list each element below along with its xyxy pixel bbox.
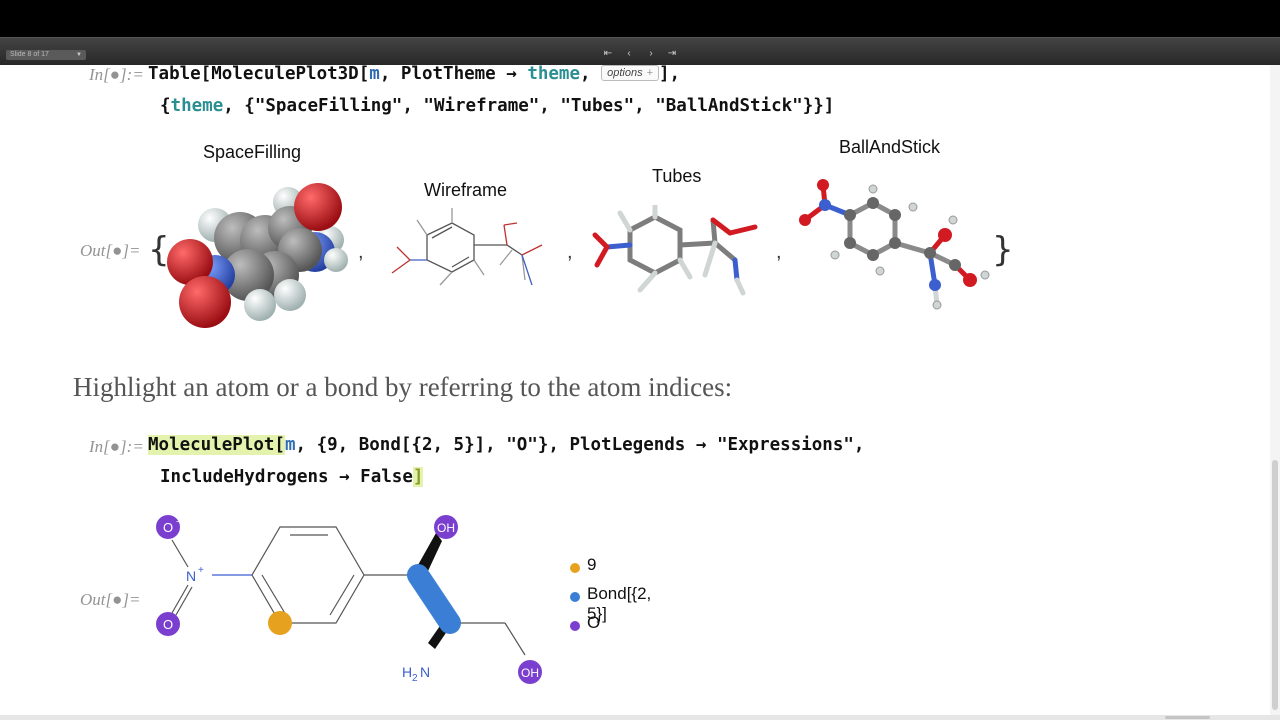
includehydrogens-option: IncludeHydrogens → False xyxy=(160,467,413,487)
slide-selector[interactable]: Slide 8 of 17 ▼ xyxy=(6,50,86,60)
nitrogen-plus-charge: + xyxy=(198,565,204,576)
highlighted-atom-9 xyxy=(268,611,292,635)
theme-iterator: theme xyxy=(170,96,224,116)
vertical-scroll-thumb[interactable] xyxy=(1272,460,1278,710)
theme-variable: theme xyxy=(527,65,581,84)
oxygen-lower-text: O xyxy=(163,617,173,632)
amine-n-text: N xyxy=(420,664,430,680)
moleculeplot-call: MoleculePlot[ xyxy=(148,435,285,455)
spacefilling-molecule[interactable] xyxy=(160,180,360,330)
legend-label: O xyxy=(587,613,601,632)
next-slide-button[interactable]: › xyxy=(644,48,658,59)
first-slide-button[interactable]: ⇤ xyxy=(601,48,615,59)
theme-list: , {"SpaceFilling", "Wireframe", "Tubes",… xyxy=(223,96,835,116)
highlighted-bond xyxy=(407,564,461,634)
horizontal-scroll-thumb[interactable] xyxy=(1165,716,1210,719)
output-brace-close: } xyxy=(992,230,1014,270)
nitrogen-plus-text: N xyxy=(186,568,196,584)
output-label-2: Out[●]= xyxy=(80,590,141,609)
ballandstick-molecule[interactable] xyxy=(795,175,995,325)
separator: , xyxy=(580,65,602,84)
hydroxyl-bottom-text: OH xyxy=(521,666,539,680)
label-tubes: Tubes xyxy=(652,166,702,186)
output-comma-3: , xyxy=(776,241,782,263)
slide-indicator: Slide 8 of 17 xyxy=(10,51,49,58)
slideshow-toolbar: Slide 8 of 17 ▼ ⇤ ‹ › ⇥ xyxy=(0,37,1280,66)
open-brace: { xyxy=(160,96,171,116)
plus-icon: + xyxy=(646,67,654,79)
label-spacefilling: SpaceFilling xyxy=(203,142,302,162)
notebook-canvas: In[●]:= Table[MoleculePlot3D[m, PlotThem… xyxy=(0,65,1270,715)
tubes-molecule[interactable] xyxy=(585,205,775,305)
input-cell-2-line-2[interactable]: IncludeHydrogens → False] xyxy=(160,467,424,487)
last-icon: ⇥ xyxy=(667,48,677,59)
input-cell-1-line-2[interactable]: {theme, {"SpaceFilling", "Wireframe", "T… xyxy=(160,96,834,116)
options-button[interactable]: options + xyxy=(601,65,660,81)
plottheme-option: , PlotTheme → xyxy=(379,65,528,84)
label-wireframe: Wireframe xyxy=(424,180,508,200)
symbol-m: m xyxy=(369,65,380,84)
legend-dot-purple xyxy=(570,621,580,631)
input-cell-1-line-1[interactable]: Table[MoleculePlot3D[m, PlotTheme → them… xyxy=(148,65,680,84)
wireframe-molecule[interactable] xyxy=(382,205,562,305)
chevron-left-icon: ‹ xyxy=(627,48,631,59)
options-label: options xyxy=(607,67,643,79)
chevron-right-icon: › xyxy=(649,48,653,59)
hydroxyl-top-text: OH xyxy=(437,521,455,535)
input-label-1: In[●]:= xyxy=(89,65,144,84)
last-slide-button[interactable]: ⇥ xyxy=(665,48,679,59)
amine-subscript: 2 xyxy=(412,673,418,684)
table-call: Table[MoleculePlot3D[ xyxy=(148,65,370,84)
section-heading: Highlight an atom or a bond by referring… xyxy=(73,372,733,402)
previous-slide-button[interactable]: ‹ xyxy=(622,48,636,59)
closing-bracket: ], xyxy=(659,65,681,84)
vertical-scrollbar[interactable] xyxy=(1270,65,1280,715)
label-ballandstick: BallAndStick xyxy=(839,137,941,157)
horizontal-scrollbar[interactable] xyxy=(0,715,1280,720)
symbol-m: m xyxy=(284,435,296,455)
input-label-2: In[●]:= xyxy=(89,437,144,456)
legend-dot-blue xyxy=(570,592,580,602)
output-comma-2: , xyxy=(567,241,573,263)
legend-dot-orange xyxy=(570,563,580,573)
molecule-2d-plot[interactable]: O − N + O OH OH H 2 N xyxy=(150,505,560,695)
amine-h-text: H xyxy=(402,664,412,680)
highlight-spec: , {9, Bond[{2, 5}], "O"}, PlotLegends → … xyxy=(295,435,865,455)
input-cell-2-line-1[interactable]: MoleculePlot[m, {9, Bond[{2, 5}], "O"}, … xyxy=(148,435,864,455)
top-bar xyxy=(0,0,1280,37)
legend-label: 9 xyxy=(587,555,597,574)
output-label-1: Out[●]= xyxy=(80,241,141,260)
closing-bracket: ] xyxy=(412,467,424,487)
chevron-down-icon: ▼ xyxy=(76,52,82,58)
oxygen-minus-charge: − xyxy=(176,517,182,528)
oxygen-minus-text: O xyxy=(163,520,173,535)
first-icon: ⇤ xyxy=(603,48,613,59)
